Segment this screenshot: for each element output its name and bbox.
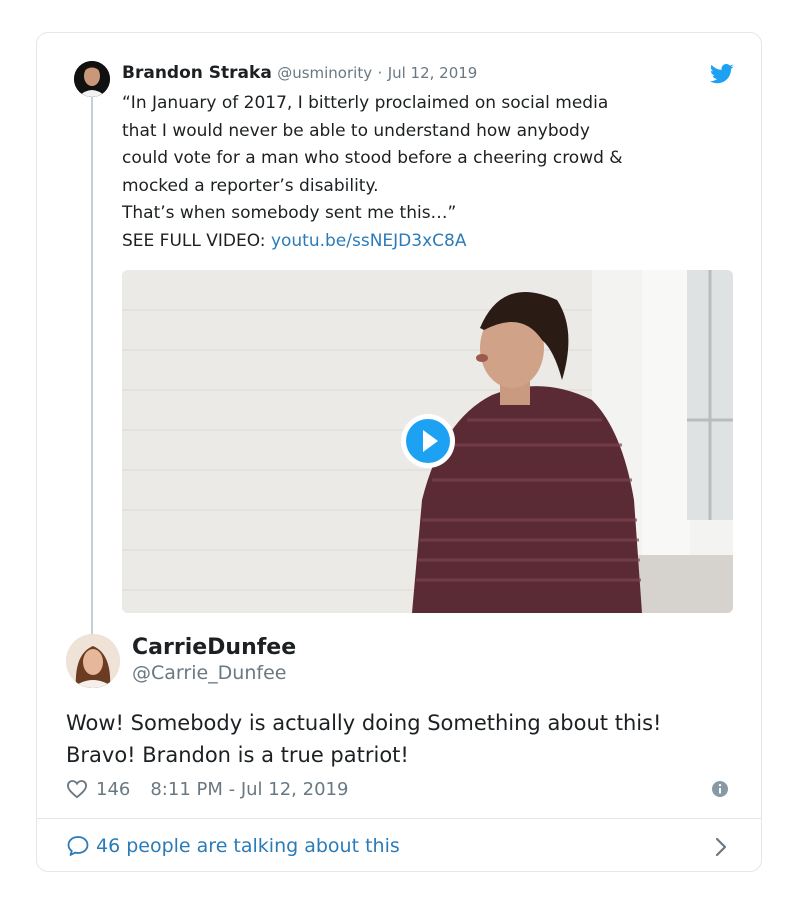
reply-text-line: Bravo! Brandon is a true patriot!: [66, 743, 409, 767]
quoted-text-line: could vote for a man who stood before a …: [122, 148, 623, 168]
quoted-tweet-date[interactable]: Jul 12, 2019: [388, 64, 478, 82]
quoted-tweet-text: “In January of 2017, I bitterly proclaim…: [122, 90, 742, 255]
info-icon[interactable]: [711, 780, 729, 798]
quoted-tweet-header: Brandon Straka @usminority · Jul 12, 201…: [122, 61, 477, 85]
thread-connector-line: [91, 96, 93, 634]
quoted-author-name[interactable]: Brandon Straka: [122, 63, 272, 83]
reply-tweet-text: Wow! Somebody is actually doing Somethin…: [66, 707, 756, 771]
quoted-author-handle[interactable]: @usminority: [277, 64, 372, 82]
tweet-meta-row: 146 8:11 PM - Jul 12, 2019: [66, 775, 348, 803]
carrie-dunfee-avatar[interactable]: [66, 634, 120, 688]
quoted-text-line: “In January of 2017, I bitterly proclaim…: [122, 93, 609, 113]
quoted-text-line: that I would never be able to understand…: [122, 120, 590, 141]
brandon-straka-avatar[interactable]: [74, 61, 110, 97]
chevron-right-icon[interactable]: [713, 836, 729, 858]
talking-label: 46 people are talking about this: [96, 835, 400, 857]
video-link[interactable]: youtu.be/ssNEJD3xC8A: [271, 231, 467, 251]
footer-divider: [37, 818, 761, 819]
conversation-link[interactable]: 46 people are talking about this: [66, 832, 400, 860]
heart-icon[interactable]: [66, 779, 88, 799]
like-count[interactable]: 146: [96, 779, 130, 800]
quoted-text-line: mocked a reporter’s disability.: [122, 175, 379, 196]
meta-separator: ·: [377, 64, 383, 82]
quoted-text-line: That’s when somebody sent me this…”: [122, 203, 457, 223]
speech-bubble-icon: [67, 836, 89, 856]
reply-author-name[interactable]: CarrieDunfee: [132, 634, 296, 662]
twitter-bird-icon[interactable]: [710, 64, 734, 84]
video-link-line: SEE FULL VIDEO: youtu.be/ssNEJD3xC8A: [122, 228, 742, 256]
reply-text-line: Wow! Somebody is actually doing Somethin…: [66, 711, 662, 735]
play-icon[interactable]: [400, 413, 456, 469]
video-link-prefix: SEE FULL VIDEO:: [122, 230, 271, 251]
tweet-timestamp[interactable]: 8:11 PM - Jul 12, 2019: [150, 779, 348, 800]
reply-author-handle[interactable]: @Carrie_Dunfee: [132, 660, 286, 686]
